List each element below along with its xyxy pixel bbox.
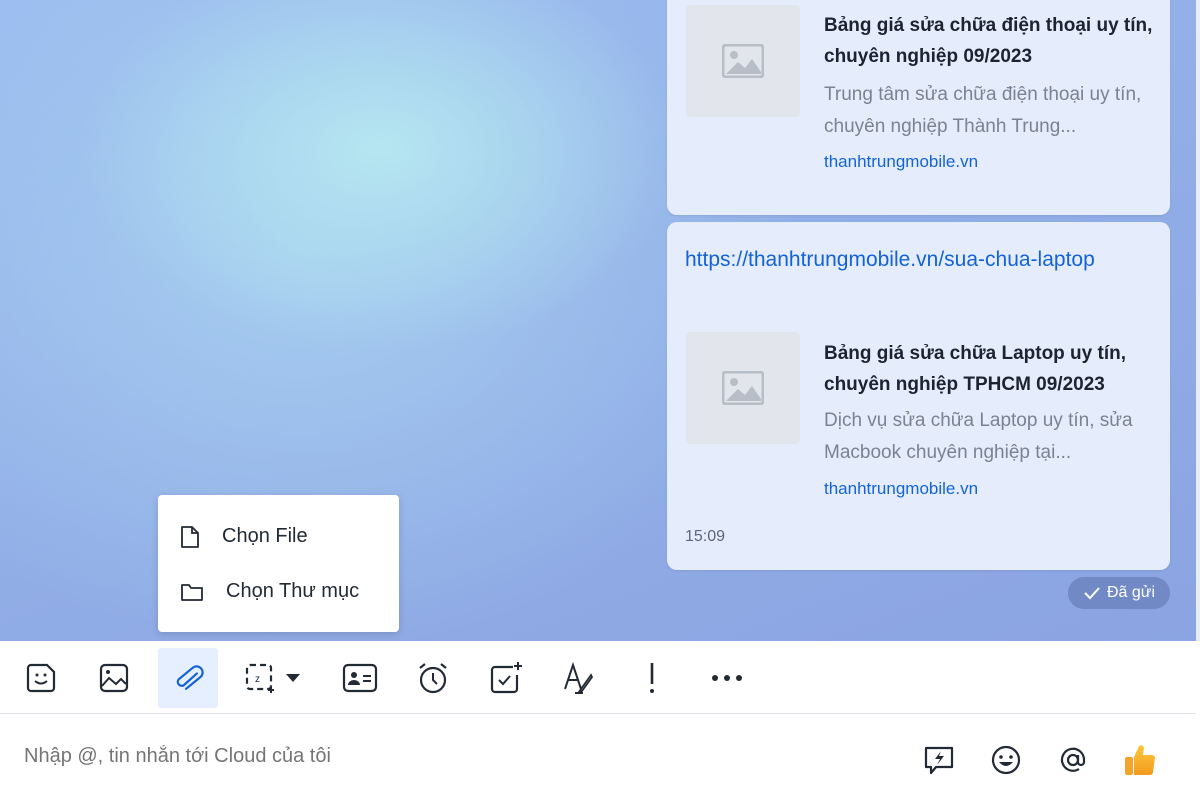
preview-title[interactable]: Bảng giá sửa chữa điện thoại uy tín, chu… [824,10,1154,72]
quick-message-button[interactable] [919,740,959,780]
image-placeholder-icon [686,332,800,444]
message-link[interactable]: https://thanhtrungmobile.vn/sua-chua-lap… [685,242,1155,277]
contact-card-icon [342,663,378,693]
message-bubble[interactable]: https://thanhtrungmobile.vn/sua-chua-lap… [667,222,1170,570]
preview-domain[interactable]: thanhtrungmobile.vn [824,479,978,499]
check-icon [1084,587,1100,600]
folder-icon [181,583,203,601]
thumbs-up-button[interactable] [1120,740,1160,780]
thumbs-up-icon [1125,745,1155,775]
preview-domain[interactable]: thanhtrungmobile.vn [824,152,978,172]
quick-message-icon [924,746,954,775]
message-input[interactable] [24,745,724,768]
preview-title[interactable]: Bảng giá sửa chữa Laptop uy tín, chuyên … [824,338,1154,400]
message-time: 15:09 [685,528,726,545]
task-icon [490,662,522,694]
menu-item-label: Chọn Thư mục [226,580,360,602]
menu-item-choose-file[interactable]: Chọn File [158,509,399,564]
attach-button[interactable] [158,648,218,708]
more-button[interactable] [697,648,757,708]
menu-item-label: Chọn File [222,525,308,547]
file-icon [181,525,199,548]
emoji-button[interactable] [986,740,1026,780]
paperclip-icon [176,665,204,690]
format-text-icon [564,661,594,694]
more-icon [712,675,742,681]
at-sign-icon [1060,747,1086,772]
menu-item-choose-folder[interactable]: Chọn Thư mục [158,564,399,619]
image-icon [99,663,129,693]
format-text-button[interactable] [548,648,608,708]
preview-description: Dịch vụ sửa chữa Laptop uy tín, sửa Macb… [824,410,1133,463]
mention-button[interactable] [1053,740,1093,780]
scrollbar[interactable] [1196,0,1200,641]
sticker-icon [26,663,56,693]
screenshot-button[interactable]: z [232,648,312,708]
composer-toolbar: z [0,641,1196,714]
sent-status-label: Đã gửi [1106,584,1156,601]
attach-menu: Chọn File Chọn Thư mục [158,495,399,632]
screenshot-icon: z [245,663,274,693]
important-button[interactable] [622,648,682,708]
sticker-button[interactable] [11,648,71,708]
svg-text:z: z [255,674,260,685]
sent-status-badge: Đã gửi [1068,577,1170,609]
smiley-icon [991,745,1021,775]
exclamation-icon [650,663,654,693]
contact-card-button[interactable] [330,648,390,708]
reminder-button[interactable] [403,648,463,708]
task-button[interactable] [476,648,536,708]
alarm-clock-icon [419,663,447,694]
image-placeholder-icon [686,5,800,117]
caret-down-icon[interactable] [286,673,300,683]
image-button[interactable] [84,648,144,708]
preview-description: Trung tâm sửa chữa điện thoại uy tín, ch… [824,84,1142,137]
message-bubble[interactable]: Bảng giá sửa chữa điện thoại uy tín, chu… [667,0,1170,215]
